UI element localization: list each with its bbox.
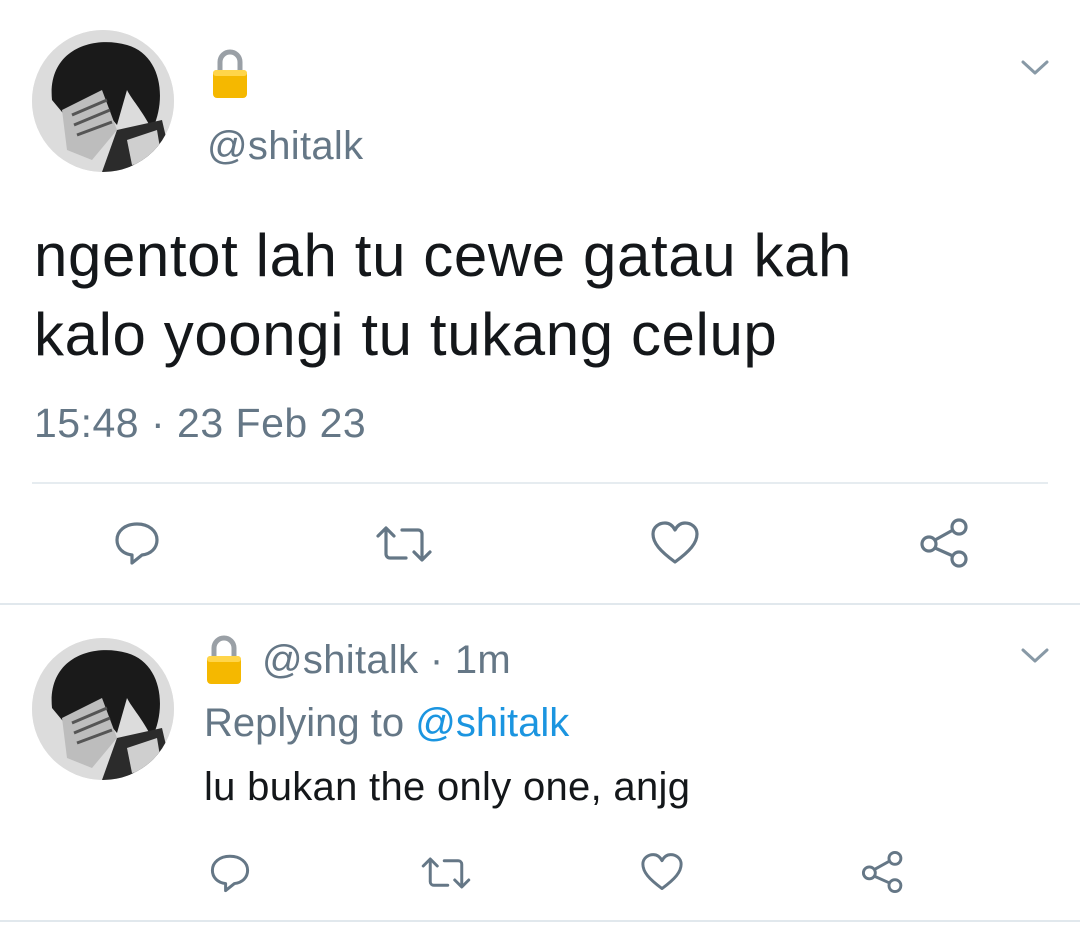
share-icon[interactable]: [918, 516, 972, 570]
tweet-timestamp[interactable]: 15:48 · 23 Feb 23: [34, 400, 366, 447]
share-icon[interactable]: [860, 849, 906, 895]
reply-author-handle[interactable]: @shitalk: [262, 638, 418, 682]
lock-icon: [204, 634, 244, 686]
chevron-down-icon[interactable]: [1020, 646, 1050, 666]
reply-text: lu bukan the only one, anjg: [204, 765, 691, 809]
like-icon[interactable]: [650, 520, 700, 566]
like-icon[interactable]: [640, 852, 684, 892]
avatar-reply[interactable]: [32, 638, 174, 780]
lock-icon: [210, 48, 250, 100]
retweet-icon[interactable]: [418, 852, 474, 894]
reply-icon[interactable]: [208, 851, 252, 895]
reply-header: @shitalk · 1m: [262, 638, 511, 683]
tweet-text-line-1: ngentot lah tu cewe gatau kah: [34, 222, 852, 289]
divider: [32, 482, 1048, 484]
author-handle[interactable]: @shitalk: [207, 124, 363, 169]
reply-age: 1m: [454, 638, 512, 682]
avatar-main[interactable]: [32, 30, 174, 172]
replying-to-label: Replying to: [204, 701, 405, 745]
reply-icon[interactable]: [112, 518, 162, 568]
divider: [0, 920, 1080, 922]
divider: [0, 603, 1080, 605]
tweet-text-line-2: kalo yoongi tu tukang celup: [34, 301, 778, 368]
chevron-down-icon[interactable]: [1020, 58, 1050, 78]
replying-to-mention[interactable]: @shitalk: [415, 701, 569, 745]
replying-to: Replying to @shitalk: [204, 701, 569, 746]
retweet-icon[interactable]: [372, 520, 436, 568]
separator-dot: ·: [429, 638, 444, 682]
